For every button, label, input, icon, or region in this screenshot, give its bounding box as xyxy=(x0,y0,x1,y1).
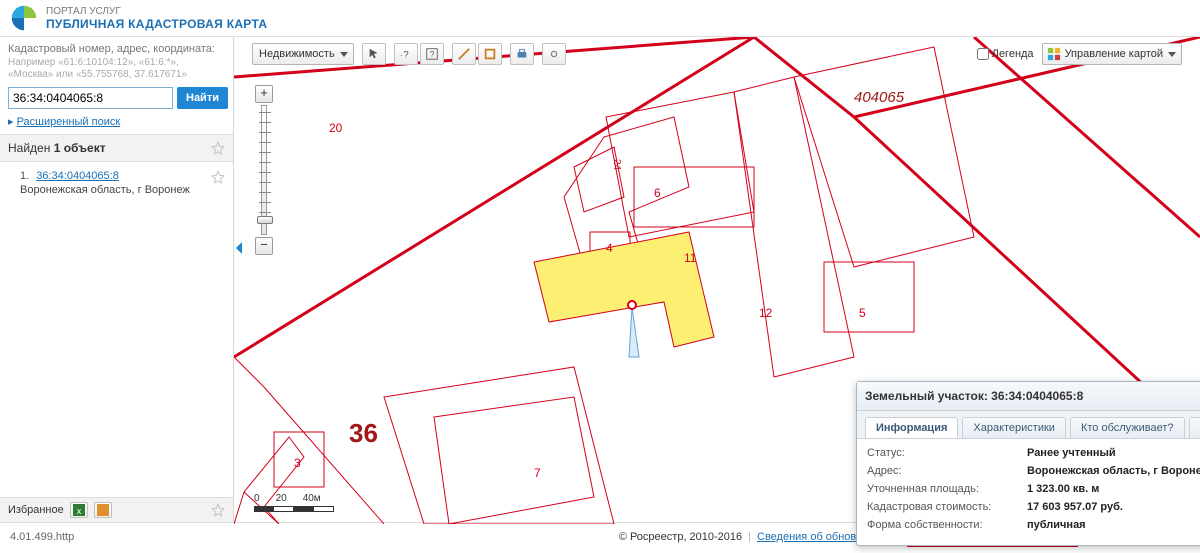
results-list: 1. 36:34:0404065:8 Воронежская область, … xyxy=(0,162,233,497)
svg-text:?: ? xyxy=(403,50,408,61)
advanced-search-link[interactable]: Расширенный поиск xyxy=(17,116,121,128)
svg-text:11: 11 xyxy=(684,251,697,265)
result-item[interactable]: 1. 36:34:0404065:8 Воронежская область, … xyxy=(0,162,233,204)
tab-characteristics[interactable]: Характеристики xyxy=(962,417,1066,438)
search-hint: Например «61:6:10104:12», «61:6:*», «Мос… xyxy=(8,57,225,81)
measure-area-icon[interactable] xyxy=(478,43,502,65)
svg-text:7: 7 xyxy=(534,466,541,480)
svg-text:6: 6 xyxy=(654,186,661,200)
parcel-info-popup: Земельный участок: 36:34:0404065:8 × Инф… xyxy=(856,381,1200,546)
map-toolbar: Недвижимость ? ? xyxy=(252,43,1182,65)
favorite-star-icon[interactable] xyxy=(211,170,225,184)
zoom-control[interactable]: + − xyxy=(254,85,274,255)
result-cadastral-link[interactable]: 36:34:0404065:8 xyxy=(36,170,119,182)
popup-title: Земельный участок: 36:34:0404065:8 xyxy=(865,389,1083,403)
results-header: Найден 1 объект xyxy=(0,135,233,162)
result-address: Воронежская область, г Воронеж xyxy=(20,184,190,196)
popup-tabs: Информация Характеристики Кто обслуживае… xyxy=(857,411,1200,438)
link-icon[interactable] xyxy=(542,43,566,65)
tab-info[interactable]: Информация xyxy=(865,417,958,438)
zoom-in-button[interactable]: + xyxy=(255,85,273,103)
find-button[interactable]: Найти xyxy=(177,87,228,109)
selected-parcel-marker-icon xyxy=(627,300,637,310)
map-canvas[interactable]: Недвижимость ? ? xyxy=(234,37,1200,522)
help-icon[interactable]: ? xyxy=(420,43,444,65)
layer-select[interactable]: Недвижимость xyxy=(252,43,354,65)
zoom-slider-handle[interactable] xyxy=(257,216,273,224)
svg-text:404065: 404065 xyxy=(854,89,905,106)
svg-text:36: 36 xyxy=(349,418,378,448)
scale-labels: 02040м xyxy=(254,493,321,504)
svg-text:5: 5 xyxy=(859,306,866,320)
map-management-select[interactable]: Управление картой xyxy=(1042,43,1182,65)
sidebar-collapse-handle[interactable] xyxy=(234,230,244,266)
zoom-slider-track[interactable] xyxy=(261,105,267,235)
svg-text:24: 24 xyxy=(611,159,622,171)
search-input[interactable] xyxy=(8,87,173,109)
favorites-label: Избранное xyxy=(8,504,64,516)
copyright-label: © Росреестр, 2010-2016 xyxy=(619,531,742,543)
app-header: ПОРТАЛ УСЛУГ ПУБЛИЧНАЯ КАДАСТРОВАЯ КАРТА xyxy=(0,0,1200,36)
legend-checkbox[interactable]: Легенда xyxy=(977,48,1034,60)
favorite-star-icon[interactable] xyxy=(211,141,225,155)
print-icon[interactable] xyxy=(510,43,534,65)
rosreestr-logo-icon xyxy=(10,4,38,32)
favorite-star-icon[interactable] xyxy=(211,503,225,517)
zoom-out-button[interactable]: − xyxy=(255,237,273,255)
measure-line-icon[interactable] xyxy=(452,43,476,65)
svg-text:12: 12 xyxy=(759,306,773,320)
portal-title: ПУБЛИЧНАЯ КАДАСТРОВАЯ КАРТА xyxy=(46,18,267,31)
help-query-icon[interactable]: ? xyxy=(394,43,418,65)
search-title: Кадастровый номер, адрес, координата: xyxy=(8,43,225,55)
parcel-label: 20 xyxy=(329,121,343,135)
favorites-bar: Избранное x xyxy=(0,497,233,522)
svg-text:3: 3 xyxy=(294,456,301,470)
tab-who-serves[interactable]: Кто обслуживает? xyxy=(1070,417,1185,438)
version-label: 4.01.499.http xyxy=(10,531,74,543)
scale-bar xyxy=(254,506,334,512)
pointer-tool-icon[interactable] xyxy=(362,43,386,65)
export-csv-icon[interactable] xyxy=(94,502,112,518)
export-excel-icon[interactable]: x xyxy=(70,502,88,518)
svg-text:x: x xyxy=(77,506,82,516)
sidebar: Кадастровый номер, адрес, координата: На… xyxy=(0,37,234,522)
svg-text:?: ? xyxy=(429,50,434,60)
popup-body[interactable]: Статус:Ранее учтенный Адрес:Воронежская … xyxy=(857,438,1200,545)
svg-text:4: 4 xyxy=(606,241,613,255)
layers-icon xyxy=(1047,47,1061,61)
tab-services[interactable]: Услуги xyxy=(1189,417,1200,438)
